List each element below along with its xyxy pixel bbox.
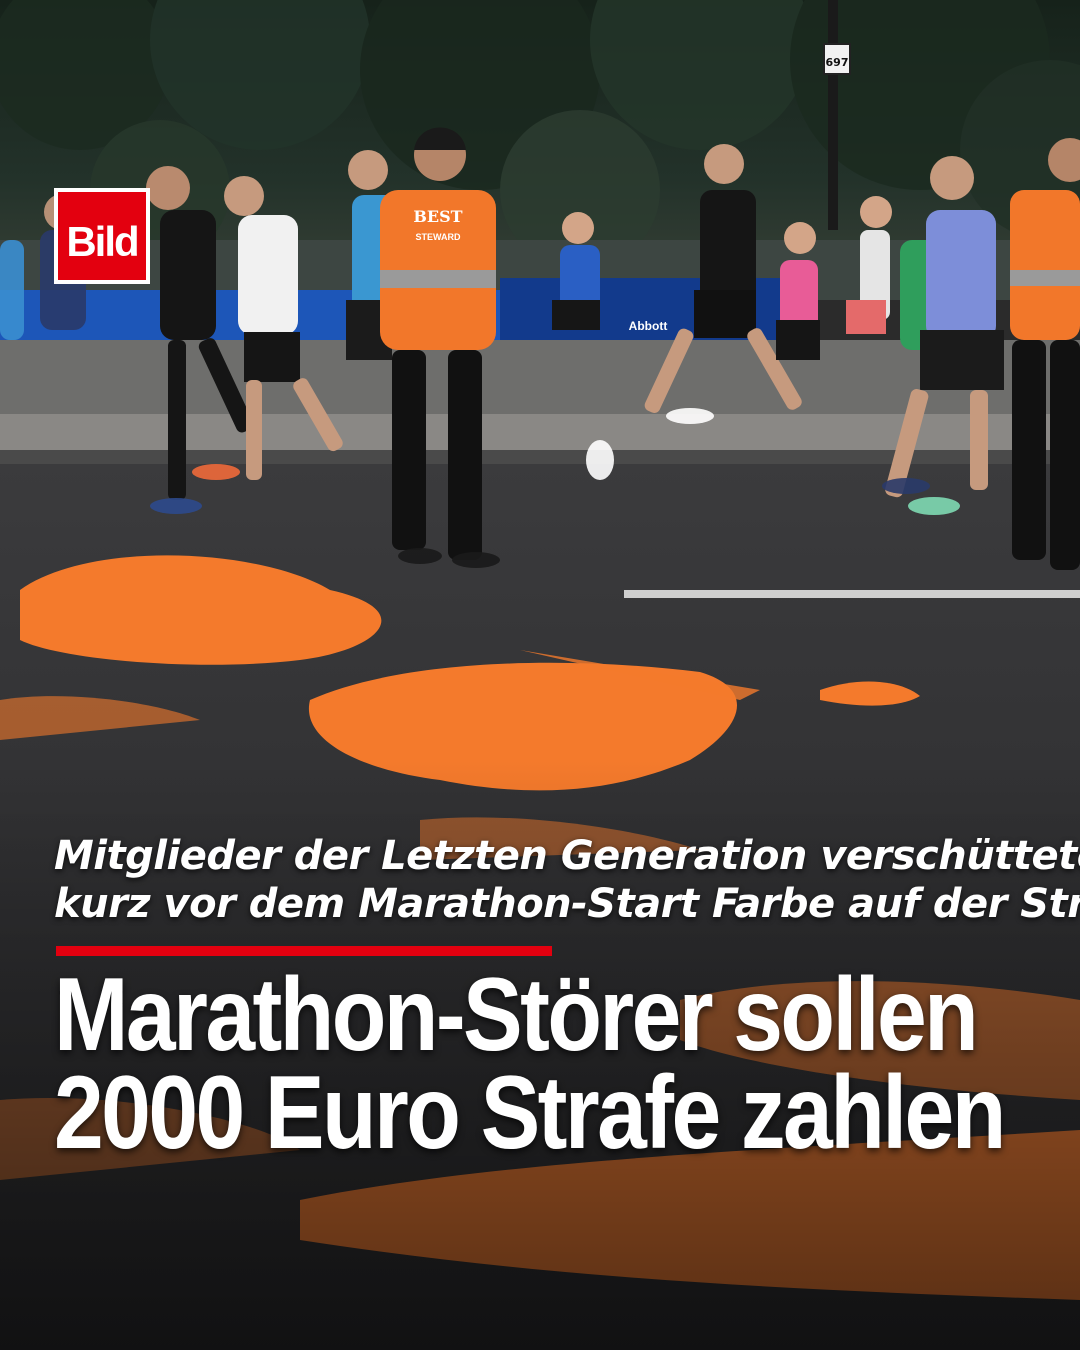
headline-line-1: Marathon-Störer sollen [54,957,979,1073]
news-card: 697 Abbott BEST STEWARD Bild Mitglieder … [0,0,1080,1350]
red-divider [56,946,552,956]
bild-logo: Bild [54,188,150,284]
kicker-line-1: Mitglieder der Letzten Generation versch… [54,833,1080,879]
bild-logo-text: Bild [66,218,137,265]
steward-vest-role: STEWARD [416,232,462,242]
steward-person-right [1010,138,1080,570]
curb-edge [0,450,1080,464]
kicker-line-2: kurz vor dem Marathon-Start Farbe auf de… [54,881,1080,927]
lamp-post [828,0,838,230]
kicker-text: Mitglieder der Letzten Generation versch… [54,832,1080,928]
steward-vest-text: BEST [413,207,462,226]
sponsor-banner-text: Abbott [629,319,668,333]
distance-sign-number: 697 [826,56,849,69]
lane-marking [624,590,1080,598]
headline: Marathon-Störer sollen 2000 Euro Strafe … [54,957,1006,1171]
headline-line-2: 2000 Euro Strafe zahlen [54,1055,1006,1171]
